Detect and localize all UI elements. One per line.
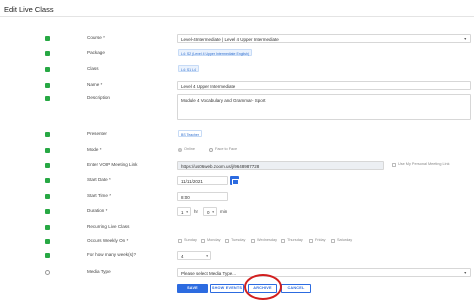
personal-link-label: Use My Personal Meeting Link — [398, 162, 450, 166]
weeks-row: For how many week(s)? 4 ▾ — [0, 251, 474, 263]
start-time-row: Start Time * 8:00 — [0, 192, 474, 204]
course-row: Course * Level-4Intermediate | Level 4 U… — [0, 34, 474, 46]
archive-highlight-circle — [244, 274, 282, 300]
day-saturday-checkbox[interactable] — [331, 239, 335, 243]
duration-label: Duration * — [87, 208, 108, 213]
day-tuesday-checkbox[interactable] — [225, 239, 229, 243]
description-textarea[interactable]: Module 4 Vocabulary and Grammar- Sport — [177, 94, 471, 120]
day-wednesday-checkbox[interactable] — [251, 239, 255, 243]
class-check-icon — [45, 67, 50, 72]
mode-row: Mode * Online Face to Face — [0, 146, 474, 158]
course-check-icon — [45, 36, 50, 41]
course-label: Course * — [87, 35, 105, 40]
mode-face-radio[interactable] — [209, 148, 213, 152]
name-row: Name * Level 4 Upper Intermediate — [0, 81, 474, 93]
class-label: Class — [87, 66, 99, 71]
start-date-check-icon — [45, 178, 50, 183]
duration-row: Duration * 1 ▾ hr 0 ▾ min — [0, 207, 474, 219]
occurs-check-icon — [45, 239, 50, 244]
voip-label: Enter VOIP Meeting Link — [87, 162, 138, 167]
day-sunday-checkbox[interactable] — [178, 239, 182, 243]
recurring-row: Recurring Live Class — [0, 223, 474, 235]
course-select-value: Level-4Intermediate | Level 4 Upper Inte… — [181, 36, 279, 42]
presenter-check-icon — [45, 132, 50, 137]
show-events-button[interactable]: SHOW EVENTS — [210, 284, 244, 293]
start-date-input[interactable]: 11/11/2021 — [177, 176, 228, 185]
day-thursday-label: Thursday — [287, 238, 303, 242]
mode-online-radio[interactable] — [178, 148, 182, 152]
voip-link-input[interactable]: https://us06web.zoom.us/j/9648987728 — [177, 161, 384, 170]
day-wednesday-label: Wednesday — [257, 238, 277, 242]
media-type-select[interactable]: Please select Media Type... ▼ — [177, 268, 471, 277]
day-thursday-checkbox[interactable] — [281, 239, 285, 243]
day-monday-label: Monday — [207, 238, 221, 242]
weeks-check-icon — [45, 253, 50, 258]
course-select[interactable]: Level-4Intermediate | Level 4 Upper Inte… — [177, 34, 471, 43]
personal-link-checkbox[interactable] — [392, 163, 396, 167]
media-select-value: Please select Media Type... — [181, 270, 236, 276]
mode-face-label: Face to Face — [215, 147, 238, 151]
name-label: Name * — [87, 82, 103, 87]
start-time-input[interactable]: 8:00 — [177, 192, 228, 201]
media-label: Media Type — [87, 269, 111, 274]
day-tuesday-label: Tuesday — [231, 238, 246, 242]
cancel-button[interactable]: CANCEL — [281, 284, 311, 293]
occurs-label: Occurs Weekly On * — [87, 238, 129, 243]
start-date-label: Start Date * — [87, 177, 111, 182]
chevron-down-icon: ▾ — [206, 254, 208, 258]
media-radio-icon — [45, 270, 50, 275]
occurs-row: Occurs Weekly On * Sunday Monday Tuesday… — [0, 237, 474, 249]
package-check-icon — [45, 51, 50, 56]
description-check-icon — [45, 96, 50, 101]
weeks-select[interactable]: 4 ▾ — [177, 251, 211, 260]
voip-check-icon — [45, 163, 50, 168]
start-date-row: Start Date * 11/11/2021 — [0, 176, 474, 188]
package-row: Package L4: S2 (Level 4 Upper Intermedia… — [0, 49, 474, 61]
duration-hours-value: 1 — [181, 209, 184, 215]
mode-label: Mode * — [87, 147, 102, 152]
calendar-icon[interactable] — [230, 176, 239, 185]
mode-check-icon — [45, 148, 50, 153]
name-input[interactable]: Level 4 Upper Intermediate — [177, 81, 471, 90]
class-chip[interactable]: L4: S1 L4 — [178, 65, 199, 72]
duration-min-unit: min — [220, 208, 228, 214]
chevron-down-icon: ▾ — [186, 210, 188, 214]
chevron-down-icon: ▼ — [463, 271, 467, 275]
presenter-label: Presenter — [87, 131, 107, 136]
day-sunday-label: Sunday — [184, 238, 197, 242]
start-time-check-icon — [45, 194, 50, 199]
package-chip[interactable]: L4: S2 (Level 4 Upper Intermediate Engli… — [178, 49, 253, 56]
recurring-label: Recurring Live Class — [87, 224, 130, 229]
voip-row: Enter VOIP Meeting Link https://us06web.… — [0, 161, 474, 173]
package-label: Package — [87, 50, 105, 55]
class-row: Class L4: S1 L4 — [0, 65, 474, 77]
recurring-check-icon — [45, 225, 50, 230]
chevron-down-icon: ▾ — [212, 210, 214, 214]
day-monday-checkbox[interactable] — [201, 239, 205, 243]
presenter-row: Presenter BS Teacher — [0, 130, 474, 142]
duration-minutes-value: 0 — [207, 209, 210, 215]
name-check-icon — [45, 83, 50, 88]
media-row: Media Type Please select Media Type... ▼ — [0, 268, 474, 280]
page-title: Edit Live Class — [4, 5, 54, 14]
start-time-label: Start Time * — [87, 193, 111, 198]
weeks-label: For how many week(s)? — [87, 252, 137, 257]
day-friday-label: Friday — [315, 238, 326, 242]
day-saturday-label: Saturday — [337, 238, 353, 242]
mode-online-label: Online — [184, 147, 195, 151]
presenter-chip[interactable]: BS Teacher — [178, 130, 203, 137]
description-label: Description — [87, 95, 110, 100]
duration-check-icon — [45, 209, 50, 214]
day-friday-checkbox[interactable] — [309, 239, 313, 243]
duration-hours-select[interactable]: 1 ▾ — [177, 207, 191, 216]
duration-minutes-select[interactable]: 0 ▾ — [203, 207, 217, 216]
save-button[interactable]: SAVE — [177, 284, 208, 293]
description-row: Description Module 4 Vocabulary and Gram… — [0, 94, 474, 124]
duration-hr-unit: hr — [194, 208, 199, 214]
title-divider — [0, 16, 474, 17]
weeks-select-value: 4 — [181, 253, 184, 259]
chevron-down-icon: ▼ — [463, 37, 467, 41]
